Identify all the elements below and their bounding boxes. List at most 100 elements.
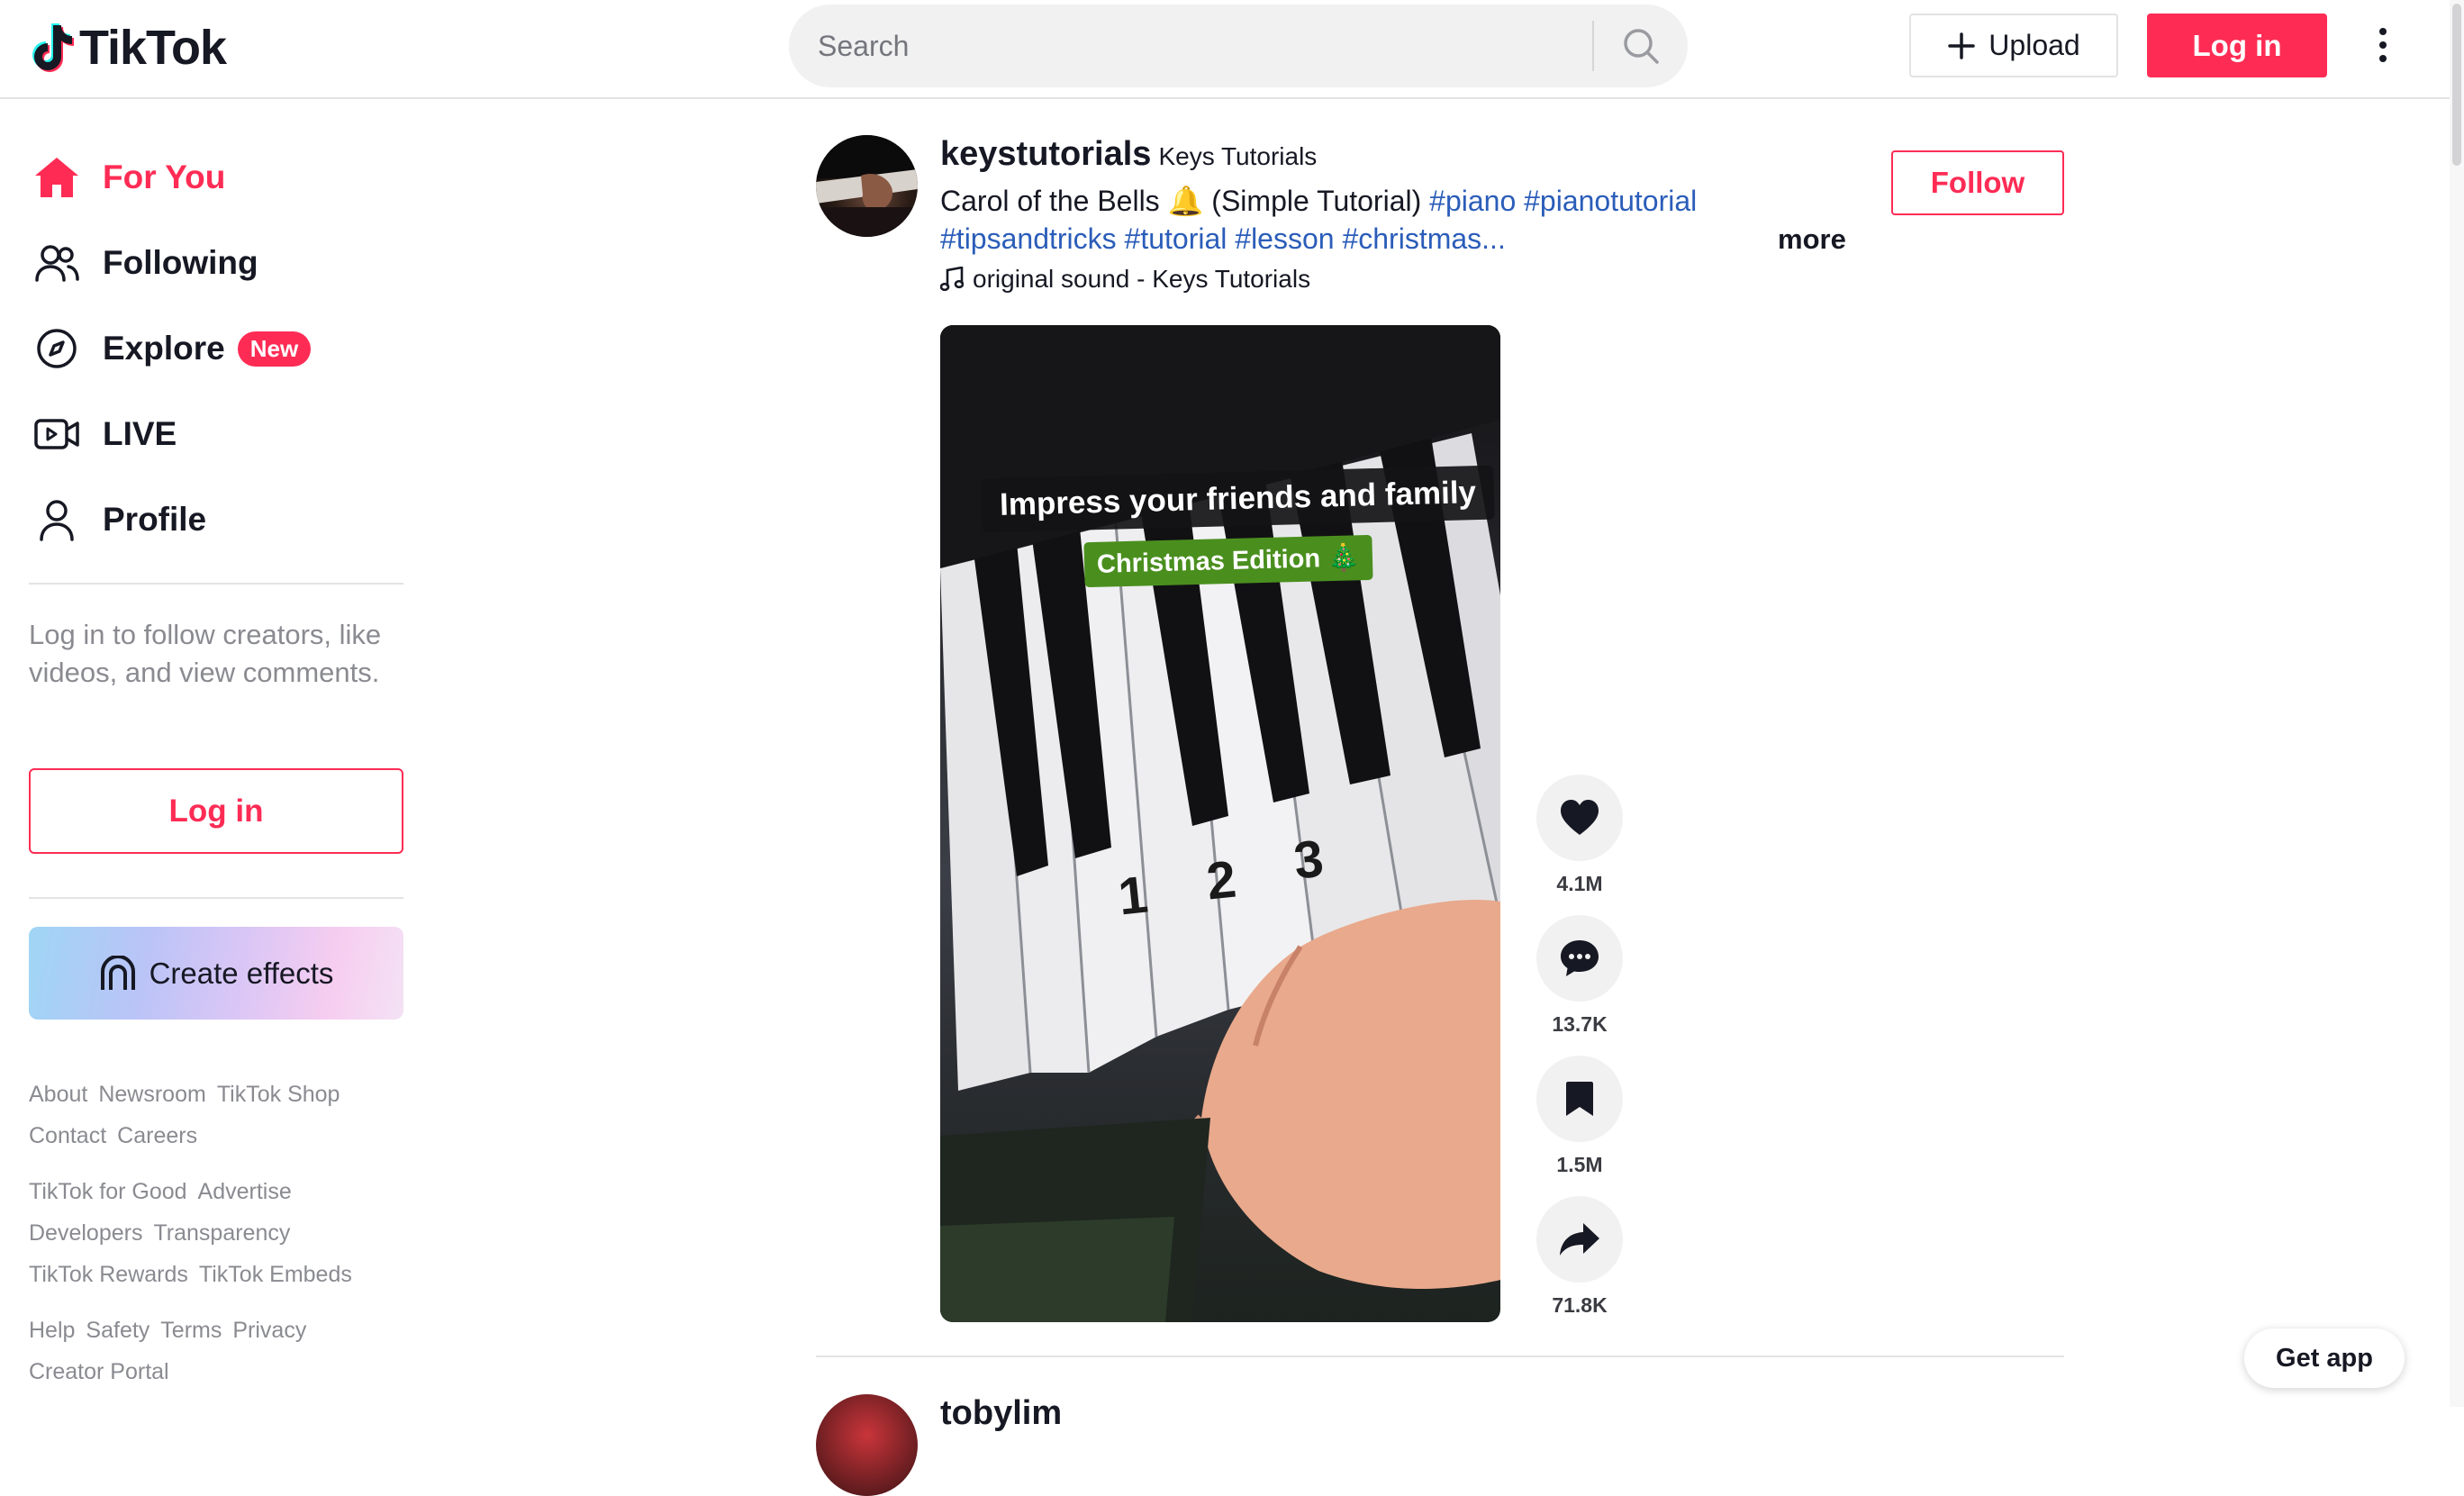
footer-line: TikTok for Good Advertise — [29, 1171, 407, 1212]
footer-line: Creator Portal — [29, 1351, 407, 1392]
sidebar-login-button[interactable]: Log in — [29, 768, 403, 854]
footer-line: Contact Careers — [29, 1115, 407, 1156]
header-login-button[interactable]: Log in — [2147, 14, 2327, 77]
next-post-avatar[interactable] — [816, 1394, 918, 1496]
follow-button[interactable]: Follow — [1891, 150, 2064, 215]
hashtag-line[interactable]: #piano #pianotutorial — [1429, 185, 1697, 217]
footer-link-safety[interactable]: Safety — [86, 1310, 149, 1351]
like-count: 4.1M — [1556, 872, 1603, 895]
footer-links: About Newsroom TikTok Shop Contact Caree… — [29, 1074, 407, 1407]
footer-link-careers[interactable]: Careers — [117, 1115, 197, 1156]
sidebar-item-following[interactable]: Following — [29, 236, 258, 290]
action-circle — [1536, 775, 1623, 861]
menu-dot — [2379, 41, 2387, 49]
tiktok-logo[interactable]: TikTok — [27, 16, 227, 79]
sidebar-item-label: Profile — [103, 501, 207, 538]
new-badge: New — [237, 331, 312, 367]
author-username[interactable]: keystutorials — [940, 135, 1151, 174]
following-icon — [29, 238, 85, 288]
footer-link-privacy[interactable]: Privacy — [232, 1310, 306, 1351]
create-effects-label: Create effects — [149, 956, 334, 990]
footer-line: Help Safety Terms Privacy — [29, 1310, 407, 1351]
sidebar: For You Following Explore New LIVE Profi… — [0, 101, 432, 1407]
comment-icon — [1561, 940, 1599, 976]
avatar[interactable] — [816, 135, 918, 237]
post-caption: Carol of the Bells 🔔 (Simple Tutorial) #… — [940, 182, 1787, 258]
footer-link-tiktok-shop[interactable]: TikTok Shop — [217, 1074, 340, 1115]
footer-link-transparency[interactable]: Transparency — [153, 1212, 290, 1254]
post-divider — [816, 1355, 2064, 1357]
comment-button[interactable]: 13.7K — [1535, 915, 1625, 1041]
get-app-button[interactable]: Get app — [2244, 1328, 2405, 1388]
search-bar — [789, 5, 1688, 87]
search-button[interactable] — [1594, 5, 1688, 87]
footer-link-about[interactable]: About — [29, 1074, 87, 1115]
logo-wordmark: TikTok — [79, 21, 227, 75]
sound-link[interactable]: original sound - Keys Tutorials — [940, 265, 1841, 294]
footer-line: About Newsroom TikTok Shop — [29, 1074, 407, 1115]
menu-dot — [2379, 28, 2387, 35]
sidebar-item-explore[interactable]: Explore New — [29, 322, 312, 376]
footer-line: Developers Transparency — [29, 1212, 407, 1254]
footer-group: Help Safety Terms Privacy Creator Portal — [29, 1310, 407, 1392]
menu-dot — [2379, 55, 2387, 62]
like-button[interactable]: 4.1M — [1535, 775, 1625, 901]
footer-link-contact[interactable]: Contact — [29, 1115, 106, 1156]
footer-link-developers[interactable]: Developers — [29, 1212, 142, 1254]
footer-link-newsroom[interactable]: Newsroom — [98, 1074, 205, 1115]
more-options-icon[interactable] — [2365, 22, 2401, 68]
sidebar-item-label: For You — [103, 159, 226, 195]
key-number-label: 1 — [1115, 865, 1151, 927]
footer-link-help[interactable]: Help — [29, 1310, 75, 1351]
heart-icon — [1561, 800, 1599, 835]
upload-label: Upload — [1988, 29, 2080, 61]
footer-link-tiktok-for-good[interactable]: TikTok for Good — [29, 1171, 187, 1212]
key-number-label: 2 — [1203, 849, 1239, 911]
video-player[interactable]: Impress your friends and family Christma… — [940, 325, 1500, 1322]
comment-count: 13.7K — [1552, 1012, 1608, 1036]
key-number-label: 3 — [1291, 829, 1327, 891]
video-actions: 4.1M 13.7K 1.5M 71.8K — [1535, 775, 1625, 1337]
footer-link-advertise[interactable]: Advertise — [198, 1171, 292, 1212]
post-meta: keystutorials Keys Tutorials Carol of th… — [940, 135, 1841, 294]
avatar-image — [816, 135, 918, 237]
author-line: keystutorials Keys Tutorials — [940, 135, 1841, 180]
sidebar-item-live[interactable]: LIVE — [29, 407, 177, 461]
video-overlay-subtitle: Christmas Edition 🎄 — [1083, 534, 1373, 588]
sidebar-item-label: Following — [103, 244, 258, 281]
create-effects-button[interactable]: Create effects — [29, 927, 403, 1020]
action-circle — [1536, 1056, 1623, 1142]
action-circle — [1536, 1196, 1623, 1283]
music-note-icon — [940, 267, 964, 292]
share-arrow-icon — [1560, 1223, 1599, 1256]
plus-icon — [1948, 32, 1976, 59]
profile-icon — [29, 494, 85, 545]
home-icon — [29, 152, 85, 203]
action-circle — [1536, 915, 1623, 1002]
next-post-username[interactable]: tobylim — [940, 1394, 1062, 1433]
footer-link-terms[interactable]: Terms — [160, 1310, 222, 1351]
sidebar-item-profile[interactable]: Profile — [29, 493, 206, 547]
footer-group: About Newsroom TikTok Shop Contact Caree… — [29, 1074, 407, 1156]
footer-group: TikTok for Good Advertise Developers Tra… — [29, 1171, 407, 1295]
search-input[interactable] — [789, 5, 1592, 87]
caption-more-link[interactable]: more — [1778, 223, 1846, 256]
effect-house-icon — [100, 955, 135, 990]
compass-icon — [29, 323, 85, 374]
footer-link-tiktok-rewards[interactable]: TikTok Rewards — [29, 1254, 188, 1295]
save-button[interactable]: 1.5M — [1535, 1056, 1625, 1182]
sound-name: original sound - Keys Tutorials — [973, 265, 1311, 293]
author-nickname: Keys Tutorials — [1158, 142, 1318, 170]
footer-link-tiktok-embeds[interactable]: TikTok Embeds — [199, 1254, 352, 1295]
page-scrollbar[interactable] — [2450, 0, 2464, 1407]
scrollbar-thumb[interactable] — [2452, 4, 2461, 166]
footer-link-creator-portal[interactable]: Creator Portal — [29, 1351, 169, 1392]
caption-text: Carol of the Bells 🔔 (Simple Tutorial) — [940, 185, 1430, 217]
sidebar-item-label: Explore — [103, 330, 225, 367]
sidebar-item-label: LIVE — [103, 415, 177, 452]
footer-line: TikTok Rewards TikTok Embeds — [29, 1254, 407, 1295]
upload-button[interactable]: Upload — [1909, 14, 2118, 77]
hashtag-line[interactable]: #tipsandtricks #tutorial #lesson #christ… — [940, 222, 1506, 255]
sidebar-item-for-you[interactable]: For You — [29, 150, 225, 204]
share-button[interactable]: 71.8K — [1535, 1196, 1625, 1322]
